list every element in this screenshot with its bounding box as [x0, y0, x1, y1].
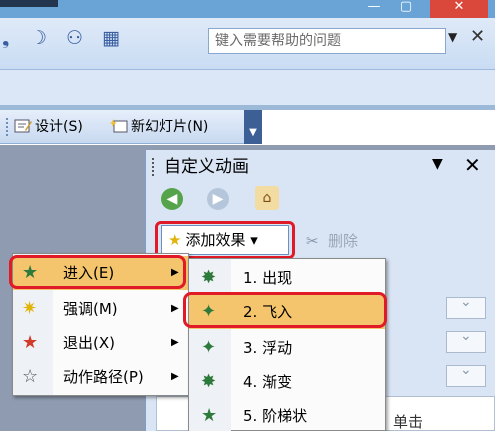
design-button[interactable]: 设计(S) [14, 116, 83, 138]
property-dropdown[interactable] [446, 328, 486, 353]
menu-item-label: 动作路径(P) [63, 368, 144, 386]
menu-item-motion-path[interactable]: ☆ 动作路径(P) ▶ [13, 360, 188, 394]
appear-star-icon: ✸ [201, 267, 217, 288]
menu-item-label: 强调(M) [63, 300, 118, 318]
pane-title: 自定义动画 [164, 157, 249, 177]
enter-highlight [9, 255, 186, 289]
delete-label: 删除 [328, 232, 359, 250]
float-star-icon: ✦ [201, 337, 217, 358]
moon-icon[interactable]: ☽ [30, 26, 47, 50]
grid-icon[interactable]: ▦ [102, 26, 120, 50]
emphasis-star-icon: ✷ [22, 298, 38, 319]
menu-item-exit[interactable]: ★ 退出(X) ▶ [13, 326, 188, 360]
menu-item-stairs[interactable]: ★ 5. 阶梯状 [189, 399, 385, 431]
comma-mark-icon[interactable]: ❟ [2, 26, 9, 50]
pane-close-icon[interactable]: ✕ [464, 153, 481, 177]
home-icon[interactable]: ⌂ [255, 186, 279, 210]
start-dropdown[interactable] [446, 294, 486, 319]
entrance-effects-menu: ✸ 1. 出现 ✦ 2. 飞入 ✦ 3. 浮动 ✸ 4. 渐变 ★ 5. 阶梯状 [188, 258, 386, 431]
stairs-star-icon: ★ [201, 405, 218, 426]
remove-effect-icon: ✂ [306, 232, 319, 250]
new-slide-button[interactable]: 新幻灯片(N) [110, 116, 208, 138]
title-bar: — ▢ ✕ [0, 0, 495, 18]
pane-dropdown-icon[interactable]: ▼ [432, 156, 443, 172]
toolbar-grip[interactable] [6, 118, 8, 136]
window-close-button[interactable]: ✕ [430, 0, 488, 18]
motion-path-icon: ☆ [22, 366, 39, 387]
pane-navigation: ◀ ▶ ⌂ [151, 186, 281, 214]
title-bar-tab [0, 0, 58, 7]
user-icon[interactable]: ⚇ [66, 26, 83, 50]
fade-star-icon: ✸ [201, 371, 217, 392]
menu-item-appear[interactable]: ✸ 1. 出现 [189, 261, 385, 295]
menu-item-fade[interactable]: ✸ 4. 渐变 [189, 365, 385, 399]
menu-item-label: 5. 阶梯状 [243, 407, 308, 425]
minimize-button[interactable]: — [358, 0, 390, 18]
menu-item-label: 1. 出现 [243, 269, 293, 287]
back-icon[interactable]: ◀ [161, 188, 183, 210]
effect-list-hint: 单击 [393, 413, 424, 431]
menu-item-emphasis[interactable]: ✷ 强调(M) ▶ [13, 292, 188, 326]
menu-item-label: 3. 浮动 [243, 339, 293, 357]
close-icon[interactable]: ✕ [470, 26, 485, 47]
submenu-arrow-icon: ▶ [171, 371, 179, 382]
menu-row: ❟ ☽ ⚇ ▦ 键入需要帮助的问题 ▼ ✕ [0, 18, 495, 70]
menu-item-float[interactable]: ✦ 3. 浮动 [189, 331, 385, 365]
help-dropdown-icon[interactable]: ▼ [448, 30, 457, 44]
design-label: 设计(S) [35, 119, 83, 135]
fly-in-highlight [183, 292, 387, 328]
maximize-button[interactable]: ▢ [390, 0, 422, 18]
slide-toolbar: 设计(S) 新幻灯片(N) ▼ [0, 110, 262, 144]
formatting-toolbar [0, 70, 495, 110]
new-slide-icon [110, 119, 128, 133]
forward-icon[interactable]: ▶ [207, 188, 229, 210]
submenu-arrow-icon: ▶ [171, 303, 179, 314]
submenu-arrow-icon: ▶ [171, 337, 179, 348]
speed-dropdown[interactable] [446, 362, 486, 387]
new-slide-label: 新幻灯片(N) [131, 119, 209, 135]
menu-item-label: 4. 渐变 [243, 373, 293, 391]
delete-button[interactable]: ✂ 删除 [306, 229, 358, 253]
toolbar-options-button[interactable]: ▼ [244, 110, 262, 144]
help-search-input[interactable]: 键入需要帮助的问题 [208, 28, 446, 54]
pane-grip[interactable] [152, 158, 154, 176]
menu-item-label: 退出(X) [63, 334, 115, 352]
exit-star-icon: ★ [22, 332, 39, 353]
design-icon [14, 119, 32, 133]
